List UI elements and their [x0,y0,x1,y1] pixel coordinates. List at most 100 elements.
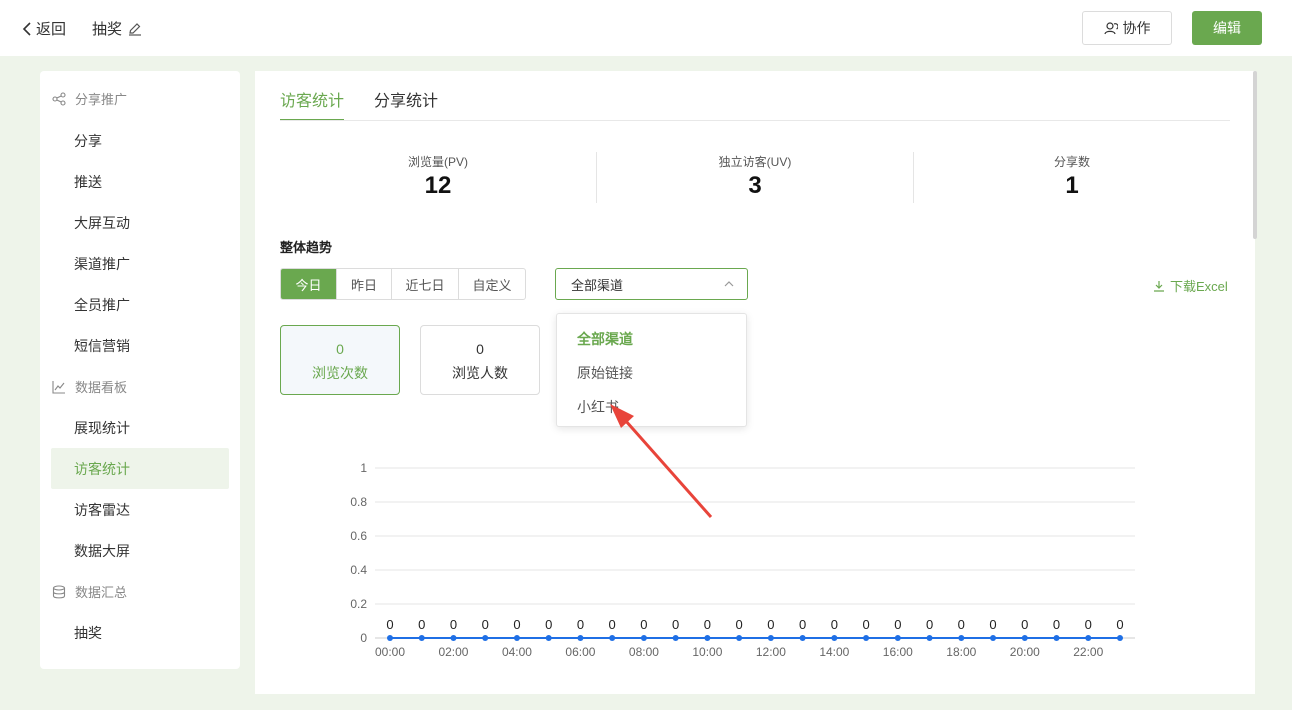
dropdown-option-all-channels[interactable]: 全部渠道 [577,329,633,349]
page-title-text: 抽奖 [92,21,123,38]
data-point[interactable] [1085,635,1092,641]
data-point[interactable] [799,635,806,641]
sidebar-item-visitor-stats[interactable]: 访客统计 [51,448,229,489]
y-tick-label: 0.8 [350,495,367,509]
dropdown-option-xiaohongshu[interactable]: 小红书 [577,397,619,417]
collaborate-button[interactable]: 协作 [1082,11,1172,45]
sidebar-item-label: 大屏互动 [74,214,130,231]
sidebar-item-push[interactable]: 推送 [40,161,240,202]
pencil-icon[interactable] [128,22,142,36]
sidebar-group-label: 数据汇总 [75,585,128,600]
trend-title: 整体趋势 [280,240,333,255]
sidebar-item-display-stats[interactable]: 展现统计 [40,407,240,448]
sidebar-item-staff-promotion[interactable]: 全员推广 [40,284,240,325]
back-button[interactable]: 返回 [22,18,66,39]
data-label: 0 [767,617,774,632]
sidebar-group-data-summary: 数据汇总 [40,571,240,612]
channel-select-value: 全部渠道 [571,277,624,293]
sidebar-item-big-screen-interaction[interactable]: 大屏互动 [40,202,240,243]
data-label: 0 [609,617,616,632]
data-label: 0 [862,617,869,632]
sidebar-item-label: 抽奖 [74,624,102,641]
stat-value: 1 [1065,172,1079,199]
data-label: 0 [640,617,647,632]
sidebar-item-label: 访客雷达 [74,501,130,518]
x-tick-label: 08:00 [629,645,659,659]
data-label: 0 [831,617,838,632]
data-label: 0 [545,617,552,632]
data-label: 0 [1085,617,1092,632]
scrollbar[interactable] [1253,71,1257,239]
data-label: 0 [926,617,933,632]
data-point[interactable] [640,635,647,641]
range-last-7-days-button[interactable]: 近七日 [392,269,459,299]
x-tick-label: 20:00 [1010,645,1040,659]
sidebar-item-sms-marketing[interactable]: 短信营销 [40,325,240,366]
sidebar-item-data-screen[interactable]: 数据大屏 [40,530,240,571]
tab-visitor-stats[interactable]: 访客统计 [280,87,345,121]
metric-label: 浏览人数 [452,365,508,381]
data-point[interactable] [831,635,838,641]
download-label: 下载Excel [1170,279,1228,294]
y-tick-label: 0.4 [350,563,367,577]
edit-button[interactable]: 编辑 [1192,11,1262,45]
sidebar-item-label: 推送 [74,173,102,190]
y-tick-label: 0.6 [350,529,367,543]
download-excel-link[interactable]: 下载Excel [1153,276,1228,295]
metric-card-visitors[interactable]: 0 浏览人数 [420,325,540,395]
tab-share-stats[interactable]: 分享统计 [374,87,438,121]
data-label: 0 [894,617,901,632]
channel-dropdown-menu: 全部渠道 原始链接 小红书 [556,313,747,427]
sidebar-item-channel-promotion[interactable]: 渠道推广 [40,243,240,284]
data-point[interactable] [863,635,870,641]
data-point[interactable] [958,635,965,641]
data-label: 0 [482,617,489,632]
data-point[interactable] [577,635,584,641]
data-label: 0 [736,617,743,632]
data-point[interactable] [513,635,520,641]
data-label: 0 [672,617,679,632]
data-point[interactable] [990,635,997,641]
user-icon [1103,22,1118,35]
metric-value: 0 [336,341,344,357]
x-tick-label: 04:00 [502,645,532,659]
chevron-up-icon [724,281,734,287]
data-point[interactable] [672,635,679,641]
metric-card-views[interactable]: 0 浏览次数 [280,325,400,395]
data-point[interactable] [736,635,743,641]
range-custom-button[interactable]: 自定义 [459,269,525,299]
data-point[interactable] [482,635,489,641]
data-point[interactable] [387,635,393,641]
range-today-button[interactable]: 今日 [281,269,337,299]
page-title: 抽奖 [92,18,142,39]
data-point[interactable] [894,635,901,641]
data-point[interactable] [450,635,457,641]
sidebar-item-share[interactable]: 分享 [40,120,240,161]
sidebar-group-share: 分享推广 [40,78,240,119]
data-point[interactable] [1117,635,1123,641]
data-point[interactable] [418,635,425,641]
metric-value: 0 [476,341,484,357]
x-tick-label: 12:00 [756,645,786,659]
dropdown-option-original-link[interactable]: 原始链接 [577,363,633,383]
sidebar-item-visitor-radar[interactable]: 访客雷达 [40,489,240,530]
data-point[interactable] [545,635,552,641]
data-point[interactable] [1021,635,1028,641]
data-point[interactable] [704,635,711,641]
tab-divider [280,120,1230,121]
data-point[interactable] [926,635,933,641]
data-point[interactable] [1053,635,1060,641]
y-tick-label: 1 [360,461,367,475]
share-icon [52,91,68,106]
range-yesterday-button[interactable]: 昨日 [337,269,392,299]
sidebar-group-label: 分享推广 [75,92,128,107]
channel-select[interactable]: 全部渠道 [555,268,748,300]
sidebar-item-label: 渠道推广 [74,255,130,272]
sidebar-item-lottery[interactable]: 抽奖 [40,612,240,653]
data-point[interactable] [767,635,774,641]
x-tick-label: 18:00 [946,645,976,659]
x-tick-label: 14:00 [819,645,849,659]
stat-label: 独立访客(UV) [718,155,792,169]
data-point[interactable] [609,635,616,641]
data-label: 0 [577,617,584,632]
